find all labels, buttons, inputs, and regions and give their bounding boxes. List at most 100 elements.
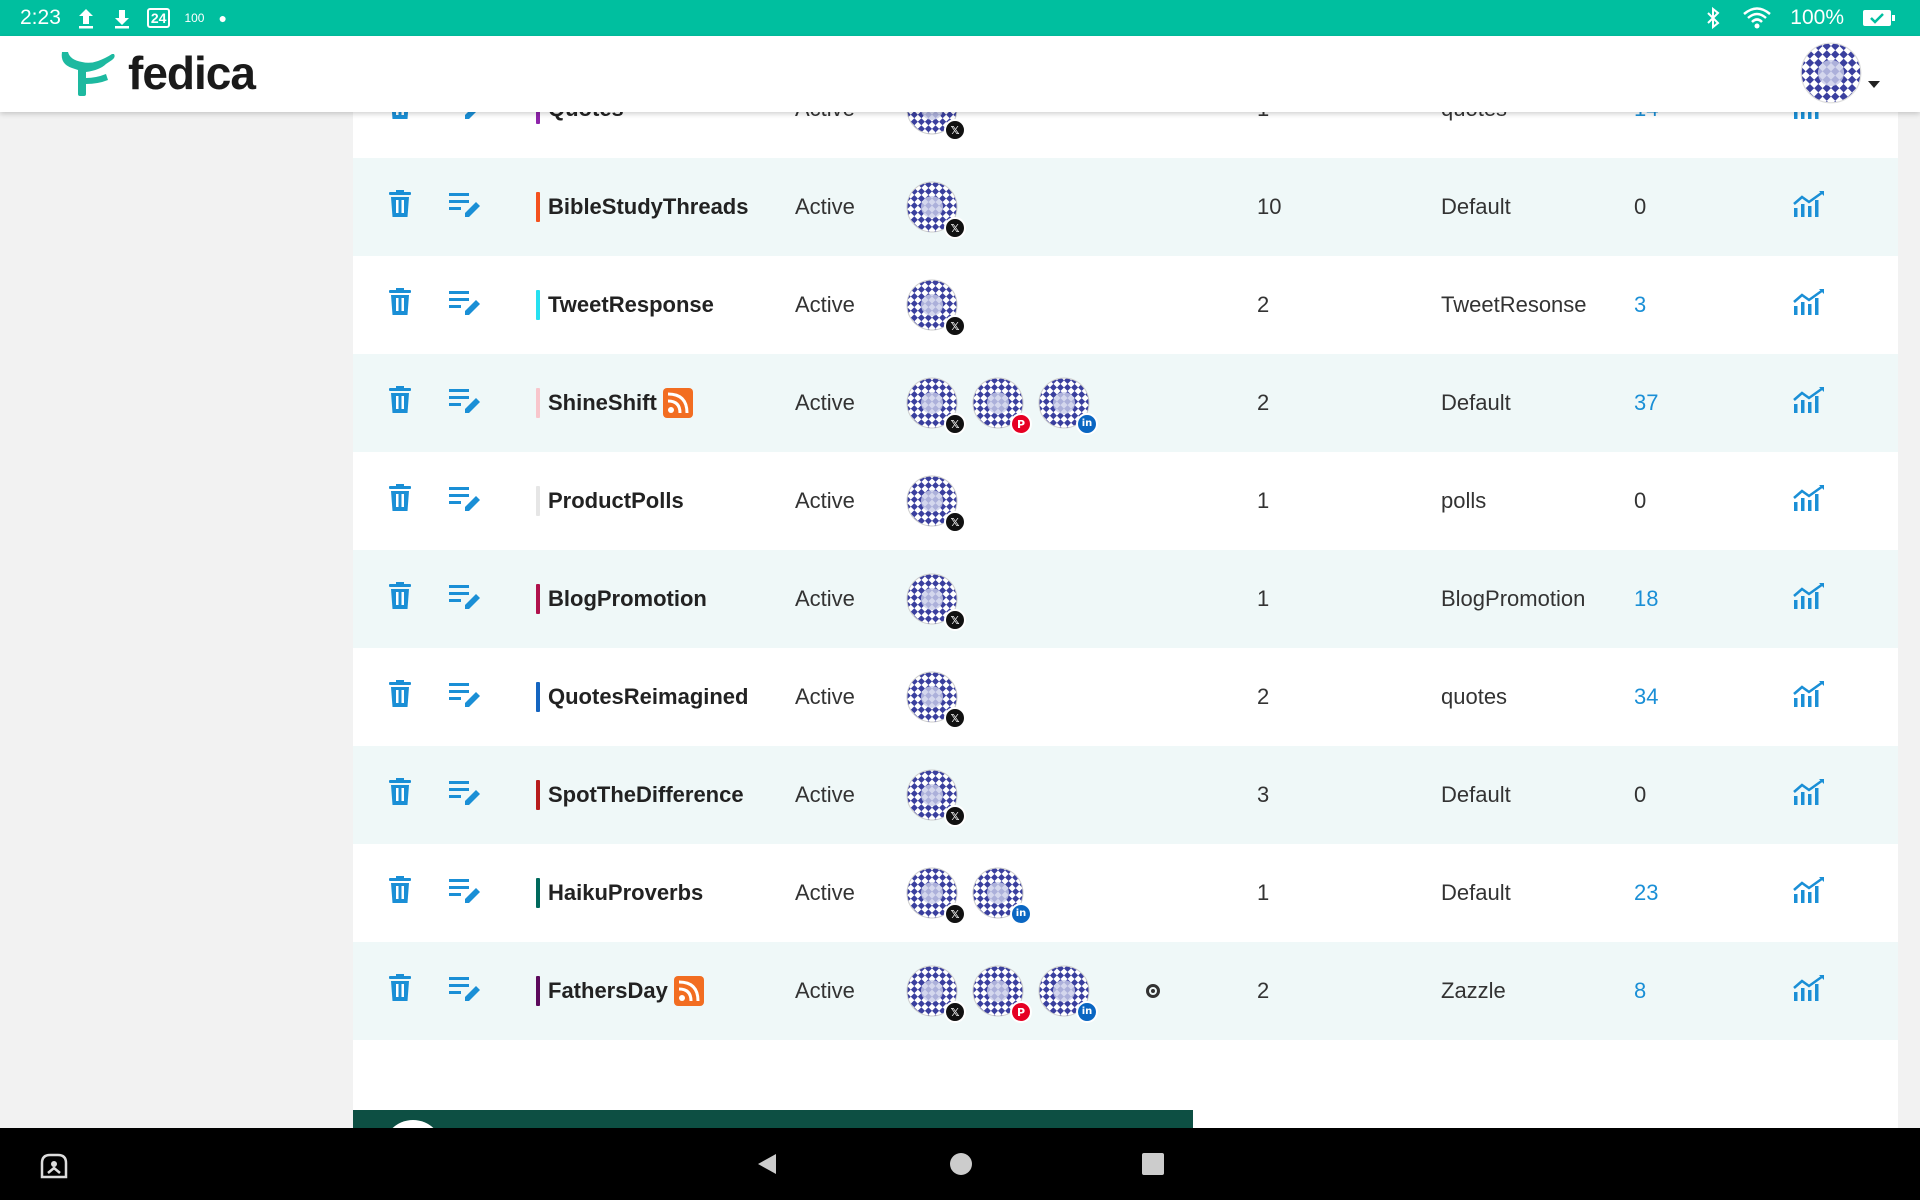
delete-button[interactable] bbox=[385, 354, 415, 452]
post-count: 2 bbox=[1257, 684, 1270, 709]
campaign-name-cell[interactable]: ProductPolls bbox=[536, 452, 796, 550]
x-platform-icon: 𝕏 bbox=[944, 315, 966, 337]
campaign-name-cell[interactable]: FathersDay bbox=[536, 942, 796, 1040]
edit-button[interactable] bbox=[447, 354, 483, 452]
edit-button[interactable] bbox=[447, 452, 483, 550]
category-label: Default bbox=[1441, 782, 1511, 807]
x-platform-icon: 𝕏 bbox=[944, 119, 966, 141]
campaign-name-cell[interactable]: TweetResponse bbox=[536, 256, 796, 354]
category-label: quotes bbox=[1441, 112, 1641, 158]
account-avatar[interactable]: 𝕏 bbox=[906, 573, 966, 631]
chart-icon bbox=[1793, 876, 1825, 910]
linkedin-icon: in bbox=[1010, 903, 1032, 925]
delete-button[interactable] bbox=[385, 158, 415, 256]
campaign-name-cell[interactable]: SpotTheDifference bbox=[536, 746, 796, 844]
trash-icon bbox=[388, 778, 412, 812]
campaign-name-cell[interactable]: QuotesReimagined bbox=[536, 648, 796, 746]
account-avatar[interactable]: 𝕏 bbox=[906, 965, 966, 1023]
chart-icon bbox=[1793, 112, 1825, 126]
queue-count[interactable]: 18 bbox=[1634, 550, 1714, 648]
account-avatar[interactable]: 𝕏 bbox=[906, 112, 966, 141]
pinterest-icon: P bbox=[1010, 1001, 1032, 1023]
analytics-button[interactable] bbox=[1789, 648, 1829, 746]
analytics-button[interactable] bbox=[1789, 256, 1829, 354]
chart-icon bbox=[1793, 680, 1825, 714]
account-avatar[interactable]: in bbox=[1038, 965, 1098, 1023]
analytics-button[interactable] bbox=[1789, 158, 1829, 256]
delete-button[interactable] bbox=[385, 648, 415, 746]
account-list: 𝕏 bbox=[906, 452, 1166, 550]
account-avatar[interactable]: 𝕏 bbox=[906, 769, 966, 827]
campaign-name: BibleStudyThreads bbox=[548, 194, 749, 219]
delete-button[interactable] bbox=[385, 256, 415, 354]
delete-button[interactable] bbox=[385, 452, 415, 550]
analytics-button[interactable] bbox=[1789, 942, 1829, 1040]
account-avatar[interactable]: 𝕏 bbox=[906, 671, 966, 729]
fedica-logo[interactable]: fedica bbox=[56, 46, 256, 100]
sidebar bbox=[0, 112, 353, 1128]
queue-count[interactable]: 3 bbox=[1634, 256, 1714, 354]
account-avatar[interactable]: 𝕏 bbox=[906, 181, 966, 239]
campaign-name: Quotes bbox=[548, 112, 624, 122]
queue-count[interactable]: 8 bbox=[1634, 942, 1714, 1040]
status-text: Active bbox=[795, 112, 895, 158]
analytics-button[interactable] bbox=[1789, 844, 1829, 942]
account-avatar[interactable]: P bbox=[972, 965, 1032, 1023]
analytics-button[interactable] bbox=[1789, 112, 1829, 158]
edit-button[interactable] bbox=[447, 550, 483, 648]
analytics-button[interactable] bbox=[1789, 452, 1829, 550]
queue-count[interactable]: 37 bbox=[1634, 354, 1714, 452]
delete-button[interactable] bbox=[385, 550, 415, 648]
post-count: 2 bbox=[1257, 292, 1270, 317]
account-avatar[interactable]: in bbox=[1038, 377, 1098, 435]
queue-count[interactable]: 34 bbox=[1634, 648, 1714, 746]
chart-icon bbox=[1793, 778, 1825, 812]
status-text: Active bbox=[795, 488, 855, 513]
account-avatar[interactable]: 𝕏 bbox=[906, 867, 966, 925]
account-avatar[interactable]: 𝕏 bbox=[906, 377, 966, 435]
delete-button[interactable] bbox=[385, 746, 415, 844]
recents-icon[interactable] bbox=[1138, 1128, 1168, 1200]
back-icon[interactable] bbox=[752, 1128, 782, 1200]
campaign-table: Quotes Active 𝕏 1 quotes 14 BibleStudyTh… bbox=[353, 112, 1898, 1040]
delete-button[interactable] bbox=[385, 844, 415, 942]
delete-button[interactable] bbox=[385, 112, 415, 158]
account-avatar[interactable]: P bbox=[972, 377, 1032, 435]
campaign-name-cell[interactable]: HaikuProverbs bbox=[536, 844, 796, 942]
edit-button[interactable] bbox=[447, 158, 483, 256]
delete-button[interactable] bbox=[385, 942, 415, 1040]
queue-count[interactable]: 14 bbox=[1634, 112, 1714, 158]
edit-button[interactable] bbox=[447, 648, 483, 746]
upload-icon bbox=[78, 9, 93, 29]
edit-icon bbox=[449, 681, 481, 713]
account-avatar[interactable]: in bbox=[972, 867, 1032, 925]
analytics-button[interactable] bbox=[1789, 746, 1829, 844]
edit-button[interactable] bbox=[447, 844, 483, 942]
edit-button[interactable] bbox=[447, 746, 483, 844]
account-list: 𝕏 bbox=[906, 746, 1166, 844]
queue-count[interactable]: 23 bbox=[1634, 844, 1714, 942]
chart-icon bbox=[1793, 974, 1825, 1008]
accessibility-icon[interactable] bbox=[34, 1128, 74, 1200]
table-row: ShineShift Active 𝕏 P in 2 Default 37 bbox=[353, 354, 1898, 452]
trash-icon bbox=[388, 876, 412, 910]
campaign-name-cell[interactable]: BibleStudyThreads bbox=[536, 158, 796, 256]
trash-icon bbox=[388, 680, 412, 714]
campaign-name-cell[interactable]: BlogPromotion bbox=[536, 550, 796, 648]
edit-button[interactable] bbox=[447, 112, 483, 158]
edit-button[interactable] bbox=[447, 256, 483, 354]
account-avatar[interactable]: 𝕏 bbox=[906, 279, 966, 337]
account-menu[interactable] bbox=[1800, 42, 1880, 104]
account-avatar[interactable]: 𝕏 bbox=[906, 475, 966, 533]
analytics-button[interactable] bbox=[1789, 354, 1829, 452]
campaign-name-cell[interactable]: Quotes bbox=[536, 112, 796, 158]
color-marker bbox=[536, 112, 540, 124]
campaign-name-cell[interactable]: ShineShift bbox=[536, 354, 796, 452]
promo-banner[interactable] bbox=[353, 1110, 1193, 1128]
x-platform-icon: 𝕏 bbox=[944, 511, 966, 533]
status-text: Active bbox=[795, 978, 855, 1003]
color-marker bbox=[536, 388, 540, 418]
home-icon[interactable] bbox=[946, 1128, 976, 1200]
analytics-button[interactable] bbox=[1789, 550, 1829, 648]
edit-button[interactable] bbox=[447, 942, 483, 1040]
